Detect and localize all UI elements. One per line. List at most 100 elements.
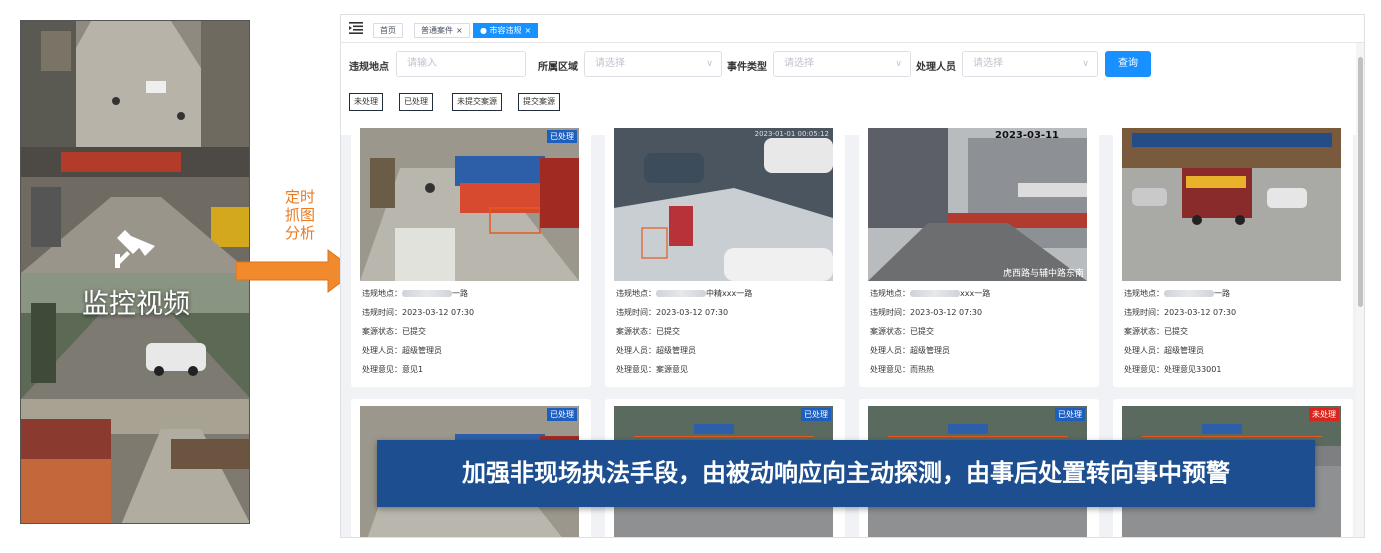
location-label: 违规地点: [349, 62, 389, 73]
redacted-text: [1164, 290, 1214, 297]
tab-city-violation[interactable]: ● 市容违规 ×: [473, 23, 539, 38]
field-label: 违规时间：: [362, 308, 402, 317]
info-status: 案源状态：已提交: [362, 326, 426, 337]
field-label: 案源状态：: [870, 327, 910, 336]
placeholder: 请选择: [784, 58, 814, 69]
handler-label: 处理人员: [916, 62, 956, 73]
caption-line: 分析: [284, 224, 315, 242]
field-value: 超级管理员: [402, 346, 442, 355]
event-type-select[interactable]: 请选择 ∨: [773, 51, 911, 77]
case-snapshot[interactable]: 2023-01-01 00:05:12: [614, 128, 833, 281]
snow-street-image: [614, 128, 833, 281]
info-handler: 处理人员：超级管理员: [362, 345, 442, 356]
street-vendor-image: [360, 128, 579, 281]
case-snapshot[interactable]: 2023-03-11 虎西路与辅中路东南: [868, 128, 1087, 281]
field-label: 案源状态：: [1124, 327, 1164, 336]
case-snapshot[interactable]: 已处理: [360, 128, 579, 281]
field-label: 处理意见：: [616, 365, 656, 374]
field-value: 已提交: [1164, 327, 1188, 336]
info-handler: 处理人员：超级管理员: [1124, 345, 1204, 356]
field-value: 已提交: [656, 327, 680, 336]
info-location: 违规地点： 一路: [362, 288, 468, 299]
field-value: 案源意见: [656, 365, 688, 374]
info-status: 案源状态：已提交: [616, 326, 680, 337]
field-value: 超级管理员: [656, 346, 696, 355]
field-value: 已提交: [402, 327, 426, 336]
slogan-banner: 加强非现场执法手段，由被动响应向主动探测，由事后处置转向事中预警: [377, 440, 1315, 507]
field-label: 违规时间：: [616, 308, 656, 317]
chip-not-submitted[interactable]: 未提交案源: [452, 93, 502, 111]
info-time: 违规时间：2023-03-12 07:30: [616, 307, 728, 318]
field-value: 一路: [1214, 289, 1230, 298]
chip-processed[interactable]: 已处理: [399, 93, 433, 111]
menu-toggle-icon[interactable]: [349, 22, 363, 34]
location-input[interactable]: 请输入: [396, 51, 526, 77]
field-label: 处理人员：: [1124, 346, 1164, 355]
info-time: 违规时间：2023-03-12 07:30: [870, 307, 982, 318]
slide: 监控视频 定时 抓图 分析 首页 普通案件 × ● 市容违规 × 违规地点 请输入: [0, 0, 1381, 553]
case-snapshot[interactable]: [1122, 128, 1341, 281]
info-status: 案源状态：已提交: [870, 326, 934, 337]
case-card[interactable]: 已处理 违规地点： 一路 违规时间：2023-03-12 07:30 案源状态：已…: [351, 121, 591, 387]
close-icon[interactable]: ×: [525, 26, 532, 35]
tab-bar: 首页 普通案件 × ● 市容违规 ×: [341, 15, 1364, 43]
field-value: 意见1: [402, 365, 424, 374]
field-value: 中精xxx一路: [706, 289, 753, 298]
field-label: 违规时间：: [870, 308, 910, 317]
field-value: 2023-03-12 07:30: [1164, 308, 1237, 317]
field-value: 超级管理员: [910, 346, 950, 355]
building-street-image: [868, 128, 1087, 281]
info-opinion: 处理意见：而热热: [870, 364, 934, 375]
status-badge: 已处理: [1055, 408, 1085, 421]
field-label: 案源状态：: [616, 327, 656, 336]
info-opinion: 处理意见：意见1: [362, 364, 423, 375]
field-label: 处理人员：: [362, 346, 402, 355]
caption-line: 抓图: [284, 206, 315, 224]
query-button[interactable]: 查询: [1105, 51, 1151, 77]
scrollbar[interactable]: [1356, 43, 1364, 537]
tab-normal-cases[interactable]: 普通案件 ×: [414, 23, 470, 38]
event-type-label: 事件类型: [727, 62, 767, 73]
handler-select[interactable]: 请选择 ∨: [962, 51, 1098, 77]
food-cart-image: [1122, 128, 1341, 281]
info-time: 违规时间：2023-03-12 07:30: [1124, 307, 1236, 318]
cctv-camera-icon: [115, 229, 155, 268]
caption-line: 定时: [284, 188, 315, 206]
case-card[interactable]: 2023-01-01 00:05:12 违规地点： 中精xxx一路 违规时间：20…: [605, 121, 845, 387]
info-handler: 处理人员：超级管理员: [870, 345, 950, 356]
area-label: 所属区域: [538, 62, 578, 73]
field-label: 处理意见：: [1124, 365, 1164, 374]
redacted-text: [910, 290, 960, 297]
area-select[interactable]: 请选择 ∨: [584, 51, 722, 77]
field-value: 处理意见33001: [1164, 365, 1222, 374]
redacted-text: [656, 290, 706, 297]
capture-analysis-caption: 定时 抓图 分析: [270, 188, 330, 242]
timestamp-overlay: 2023-01-01 00:05:12: [754, 130, 829, 138]
field-value: 2023-03-12 07:30: [656, 308, 729, 317]
field-label: 违规地点：: [1124, 289, 1164, 298]
field-label: 处理意见：: [870, 365, 910, 374]
field-label: 处理人员：: [870, 346, 910, 355]
info-location: 违规地点： xxx一路: [870, 288, 990, 299]
case-card[interactable]: 违规地点： 一路 违规时间：2023-03-12 07:30 案源状态：已提交 处…: [1113, 121, 1353, 387]
field-label: 违规时间：: [1124, 308, 1164, 317]
chevron-down-icon: ∨: [1082, 59, 1089, 69]
status-badge: 未处理: [1309, 408, 1339, 421]
field-label: 违规地点：: [616, 289, 656, 298]
info-location: 违规地点： 一路: [1124, 288, 1230, 299]
chip-submitted[interactable]: 提交案源: [518, 93, 560, 111]
tab-label: 市容违规: [489, 26, 522, 35]
status-badge: 已处理: [547, 408, 577, 421]
chip-unprocessed[interactable]: 未处理: [349, 93, 383, 111]
info-time: 违规时间：2023-03-12 07:30: [362, 307, 474, 318]
scroll-thumb[interactable]: [1358, 57, 1363, 307]
tab-label: 普通案件: [421, 26, 453, 35]
close-icon[interactable]: ×: [456, 26, 463, 35]
case-card[interactable]: 2023-03-11 虎西路与辅中路东南 违规地点： xxx一路 违规时间：202…: [859, 121, 1099, 387]
field-value: 超级管理员: [1164, 346, 1204, 355]
info-handler: 处理人员：超级管理员: [616, 345, 696, 356]
field-label: 违规地点：: [362, 289, 402, 298]
location-overlay: 虎西路与辅中路东南: [1002, 269, 1084, 279]
tab-home[interactable]: 首页: [373, 23, 403, 38]
camera-overlay: 监控视频: [21, 21, 249, 523]
